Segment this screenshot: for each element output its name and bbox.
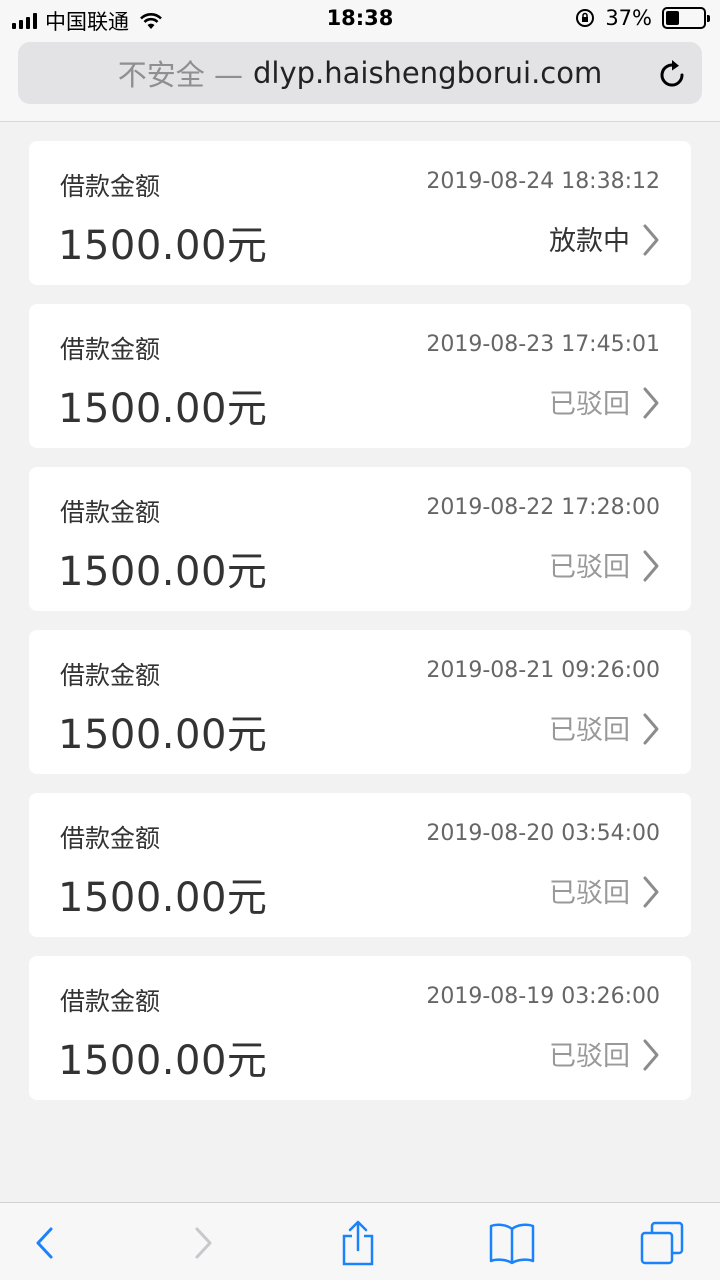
battery-percent: 37% (605, 6, 652, 30)
chevron-right-icon (195, 1227, 212, 1259)
tabs-button[interactable] (638, 1219, 686, 1267)
battery-fill (666, 11, 680, 25)
url-text: dlyp.haishengborui.com (252, 56, 603, 90)
tabs-icon (640, 1221, 684, 1265)
chevron-right-icon (643, 550, 659, 582)
loan-date: 2019-08-21 09:26:00 (426, 658, 660, 683)
loan-amount-label: 借款金额 (60, 987, 161, 1016)
loan-amount: 1500.00元 (58, 549, 268, 595)
loan-amount-label: 借款金额 (60, 661, 161, 690)
chevron-left-icon (36, 1227, 53, 1259)
security-label: 不安全 — (117, 58, 243, 92)
book-icon (489, 1223, 535, 1265)
bookmarks-button[interactable] (486, 1219, 538, 1267)
loan-date: 2019-08-22 17:28:00 (426, 495, 660, 520)
reload-icon[interactable] (658, 57, 688, 89)
browser-toolbar (0, 1202, 720, 1280)
browser-header: 不安全 — dlyp.haishengborui.com (0, 36, 720, 122)
loan-date: 2019-08-20 03:54:00 (426, 821, 660, 846)
loan-card[interactable]: 借款金额 2019-08-23 17:45:01 1500.00元 已驳回 (29, 304, 691, 448)
orientation-lock-icon (576, 9, 595, 27)
status-right: 37% (575, 6, 710, 30)
chevron-right-icon (643, 387, 659, 419)
battery-icon (662, 7, 710, 29)
loan-amount-label: 借款金额 (60, 335, 161, 364)
loan-status: 已驳回 (549, 1041, 630, 1072)
status-bar: 中国联通 18:38 37% (0, 0, 720, 36)
chevron-right-icon (643, 224, 659, 256)
loan-date: 2019-08-23 17:45:01 (426, 332, 660, 357)
loan-card[interactable]: 借款金额 2019-08-19 03:26:00 1500.00元 已驳回 (29, 956, 691, 1100)
loan-list: 借款金额 2019-08-24 18:38:12 1500.00元 放款中 借款金额 20… (29, 141, 691, 1119)
loan-card[interactable]: 借款金额 2019-08-21 09:26:00 1500.00元 已驳回 (29, 630, 691, 774)
loan-status: 放款中 (549, 226, 630, 257)
back-button[interactable] (20, 1219, 68, 1267)
chevron-right-icon (643, 876, 659, 908)
loan-amount-label: 借款金额 (60, 498, 161, 527)
loan-card[interactable]: 借款金额 2019-08-22 17:28:00 1500.00元 已驳回 (29, 467, 691, 611)
loan-date: 2019-08-19 03:26:00 (426, 984, 660, 1009)
loan-amount: 1500.00元 (58, 1038, 268, 1084)
forward-button[interactable] (180, 1219, 228, 1267)
loan-card[interactable]: 借款金额 2019-08-24 18:38:12 1500.00元 放款中 (29, 141, 691, 285)
loan-amount-label: 借款金额 (60, 824, 161, 853)
loan-amount: 1500.00元 (58, 223, 268, 269)
loan-status: 已驳回 (549, 878, 630, 909)
loan-amount: 1500.00元 (58, 712, 268, 758)
loan-date: 2019-08-24 18:38:12 (426, 169, 660, 194)
address-bar[interactable]: 不安全 — dlyp.haishengborui.com (18, 42, 702, 104)
share-icon (342, 1220, 374, 1266)
chevron-right-icon (643, 713, 659, 745)
chevron-right-icon (643, 1039, 659, 1071)
share-button[interactable] (334, 1219, 382, 1267)
loan-status: 已驳回 (549, 552, 630, 583)
loan-status: 已驳回 (549, 389, 630, 420)
loan-card[interactable]: 借款金额 2019-08-20 03:54:00 1500.00元 已驳回 (29, 793, 691, 937)
loan-amount: 1500.00元 (58, 386, 268, 432)
loan-amount: 1500.00元 (58, 875, 268, 921)
loan-amount-label: 借款金额 (60, 172, 161, 201)
loan-status: 已驳回 (549, 715, 630, 746)
